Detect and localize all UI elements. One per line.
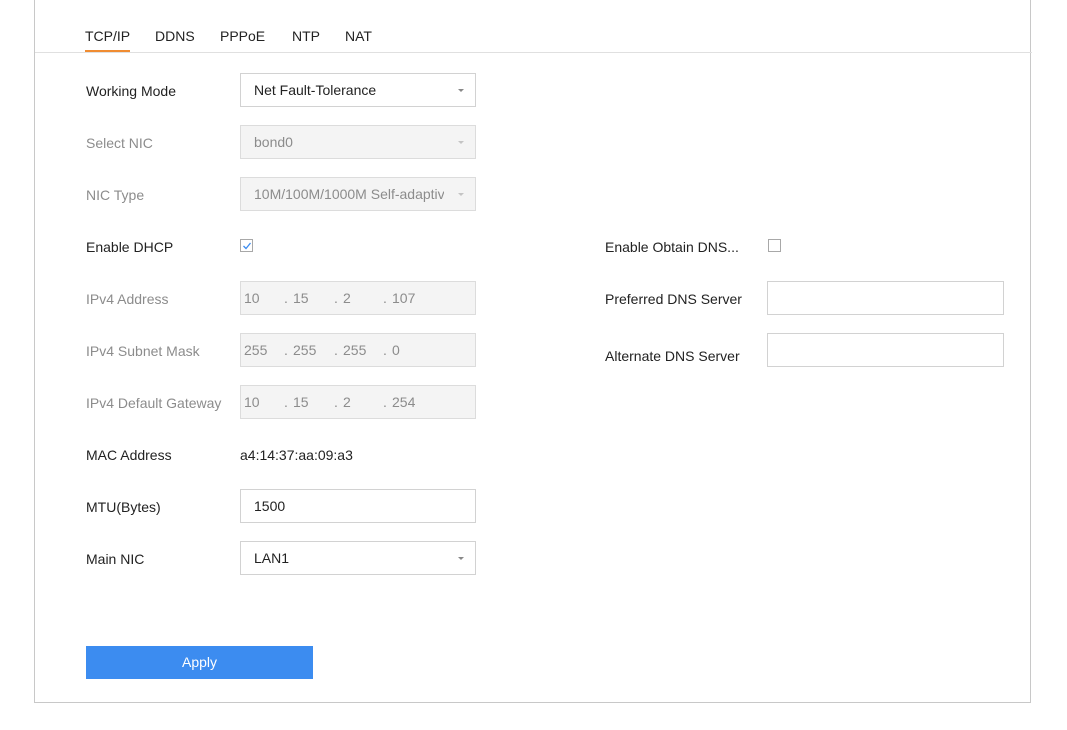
nic-type-select: 10M/100M/1000M Self-adaptive bbox=[240, 177, 476, 211]
ipv4-default-gateway-octet-3: 2 bbox=[343, 394, 351, 410]
mac-address-value: a4:14:37:aa:09:a3 bbox=[240, 447, 353, 463]
preferred-dns-input[interactable] bbox=[767, 281, 1004, 315]
mac-address-label: MAC Address bbox=[86, 447, 172, 463]
main-nic-value: LAN1 bbox=[254, 550, 290, 566]
octet-separator: . bbox=[334, 342, 338, 358]
working-mode-value: Net Fault-Tolerance bbox=[254, 82, 377, 98]
chevron-down-icon bbox=[458, 193, 464, 196]
ipv4-address-field: 10 . 15 . 2 . 107 bbox=[240, 281, 476, 315]
chevron-down-icon bbox=[458, 557, 464, 560]
main-nic-label: Main NIC bbox=[86, 551, 145, 567]
working-mode-label: Working Mode bbox=[86, 83, 177, 99]
octet-separator: . bbox=[284, 290, 288, 306]
mtu-value: 1500 bbox=[254, 498, 286, 514]
select-nic-label: Select NIC bbox=[86, 135, 153, 151]
chevron-down-icon bbox=[458, 141, 464, 144]
tab-tcpip[interactable]: TCP/IP bbox=[85, 28, 131, 52]
tab-pppoe[interactable]: PPPoE bbox=[220, 28, 265, 52]
ipv4-subnet-mask-octet-1: 255 bbox=[244, 342, 268, 358]
ipv4-subnet-mask-label: IPv4 Subnet Mask bbox=[86, 343, 200, 359]
enable-obtain-dns-label: Enable Obtain DNS... bbox=[605, 239, 739, 255]
checkmark-icon bbox=[243, 242, 252, 250]
apply-button[interactable]: Apply bbox=[86, 646, 313, 679]
chevron-down-icon bbox=[458, 89, 464, 92]
select-nic-select: bond0 bbox=[240, 125, 476, 159]
octet-separator: . bbox=[334, 290, 338, 306]
nic-type-label: NIC Type bbox=[86, 187, 145, 203]
tab-ddns[interactable]: DDNS bbox=[155, 28, 195, 52]
octet-separator: . bbox=[284, 394, 288, 410]
preferred-dns-label: Preferred DNS Server bbox=[605, 291, 742, 307]
ipv4-default-gateway-octet-4: 254 bbox=[392, 394, 416, 410]
enable-obtain-dns-checkbox[interactable] bbox=[768, 239, 781, 252]
ipv4-subnet-mask-octet-4: 0 bbox=[392, 342, 400, 358]
ipv4-default-gateway-label: IPv4 Default Gateway bbox=[86, 395, 222, 411]
enable-dhcp-checkbox[interactable] bbox=[240, 239, 253, 252]
enable-dhcp-label: Enable DHCP bbox=[86, 239, 174, 255]
octet-separator: . bbox=[383, 342, 387, 358]
tab-bar: TCP/IP DDNS PPPoE NTP NAT bbox=[35, 0, 1032, 53]
ipv4-subnet-mask-octet-3: 255 bbox=[343, 342, 367, 358]
octet-separator: . bbox=[334, 394, 338, 410]
ipv4-address-label: IPv4 Address bbox=[86, 291, 169, 307]
ipv4-default-gateway-octet-2: 15 bbox=[293, 394, 309, 410]
mtu-input[interactable]: 1500 bbox=[240, 489, 476, 523]
main-nic-select[interactable]: LAN1 bbox=[240, 541, 476, 575]
ipv4-default-gateway-field: 10 . 15 . 2 . 254 bbox=[240, 385, 476, 419]
working-mode-select[interactable]: Net Fault-Tolerance bbox=[240, 73, 476, 107]
tab-ntp[interactable]: NTP bbox=[292, 28, 320, 52]
alternate-dns-input[interactable] bbox=[767, 333, 1004, 367]
tab-nat[interactable]: NAT bbox=[345, 28, 372, 52]
ipv4-address-octet-4: 107 bbox=[392, 290, 416, 306]
ipv4-address-octet-1: 10 bbox=[244, 290, 260, 306]
mtu-label: MTU(Bytes) bbox=[86, 499, 161, 515]
alternate-dns-label: Alternate DNS Server bbox=[605, 348, 740, 364]
nic-type-value: 10M/100M/1000M Self-adaptive bbox=[254, 186, 444, 202]
ipv4-subnet-mask-field: 255 . 255 . 255 . 0 bbox=[240, 333, 476, 367]
ipv4-subnet-mask-octet-2: 255 bbox=[293, 342, 317, 358]
network-settings-panel: TCP/IP DDNS PPPoE NTP NAT Working Mode N… bbox=[34, 0, 1032, 703]
octet-separator: . bbox=[383, 290, 387, 306]
ipv4-default-gateway-octet-1: 10 bbox=[244, 394, 260, 410]
ipv4-address-octet-3: 2 bbox=[343, 290, 351, 306]
octet-separator: . bbox=[383, 394, 387, 410]
select-nic-value: bond0 bbox=[254, 134, 293, 150]
ipv4-address-octet-2: 15 bbox=[293, 290, 309, 306]
octet-separator: . bbox=[284, 342, 288, 358]
